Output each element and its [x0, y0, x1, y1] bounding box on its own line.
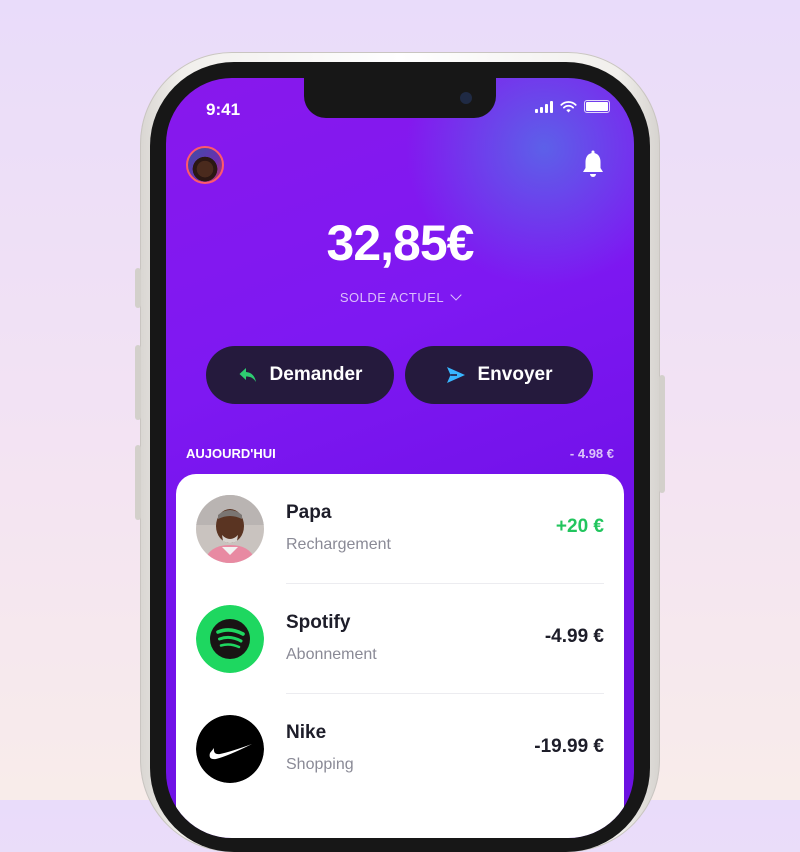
battery-icon — [584, 100, 610, 113]
transaction-category: Abonnement — [286, 646, 377, 663]
app-screen: 9:41 32,85€ SOLDE ACTUEL Demander Envoye… — [166, 78, 634, 838]
transaction-row[interactable]: Papa Rechargement +20 € — [196, 474, 604, 584]
balance-label: SOLDE ACTUEL — [339, 290, 445, 305]
transaction-category: Shopping — [286, 756, 354, 773]
camera-icon — [460, 92, 472, 104]
transaction-amount: -19.99 € — [534, 736, 604, 757]
status-icons — [535, 100, 610, 113]
cellular-signal-icon — [535, 100, 553, 113]
transaction-name: Nike — [286, 722, 327, 743]
transaction-name: Spotify — [286, 612, 351, 633]
section-title: AUJOURD'HUI — [186, 446, 276, 461]
transaction-category: Rechargement — [286, 536, 391, 553]
person-photo-icon — [196, 495, 264, 563]
notch — [304, 78, 496, 118]
transaction-amount: -4.99 € — [544, 626, 604, 647]
transaction-row[interactable]: Nike Shopping -19.99 € — [196, 694, 604, 804]
phone-volume-up-button — [135, 345, 141, 420]
transaction-amount: +20 € — [555, 516, 604, 537]
section-total: - 4.98 € — [569, 446, 614, 461]
reply-arrow-icon — [239, 368, 256, 382]
send-button-label: Envoyer — [477, 364, 553, 385]
user-avatar[interactable] — [186, 146, 224, 184]
wifi-icon — [560, 100, 577, 112]
spotify-logo-icon — [196, 605, 264, 673]
send-arrow-icon — [446, 367, 465, 383]
section-header: AUJOURD'HUI - 4.98 € — [186, 446, 614, 461]
balance-selector[interactable]: SOLDE ACTUEL — [166, 289, 634, 305]
status-time: 9:41 — [206, 100, 241, 119]
nike-logo-icon — [196, 715, 264, 783]
phone-side-button — [135, 268, 141, 308]
transaction-name: Papa — [286, 502, 332, 523]
request-button-label: Demander — [269, 364, 363, 385]
phone-power-button — [659, 375, 665, 493]
send-button[interactable]: Envoyer — [405, 346, 593, 404]
transactions-card: Papa Rechargement +20 € Spotify Abonneme… — [176, 474, 624, 838]
chevron-down-icon — [450, 289, 462, 301]
notification-bell-icon[interactable] — [580, 150, 606, 180]
balance-amount: 32,85€ — [326, 215, 475, 271]
transaction-row[interactable]: Spotify Abonnement -4.99 € — [196, 584, 604, 694]
request-button[interactable]: Demander — [206, 346, 394, 404]
phone-volume-down-button — [135, 445, 141, 520]
